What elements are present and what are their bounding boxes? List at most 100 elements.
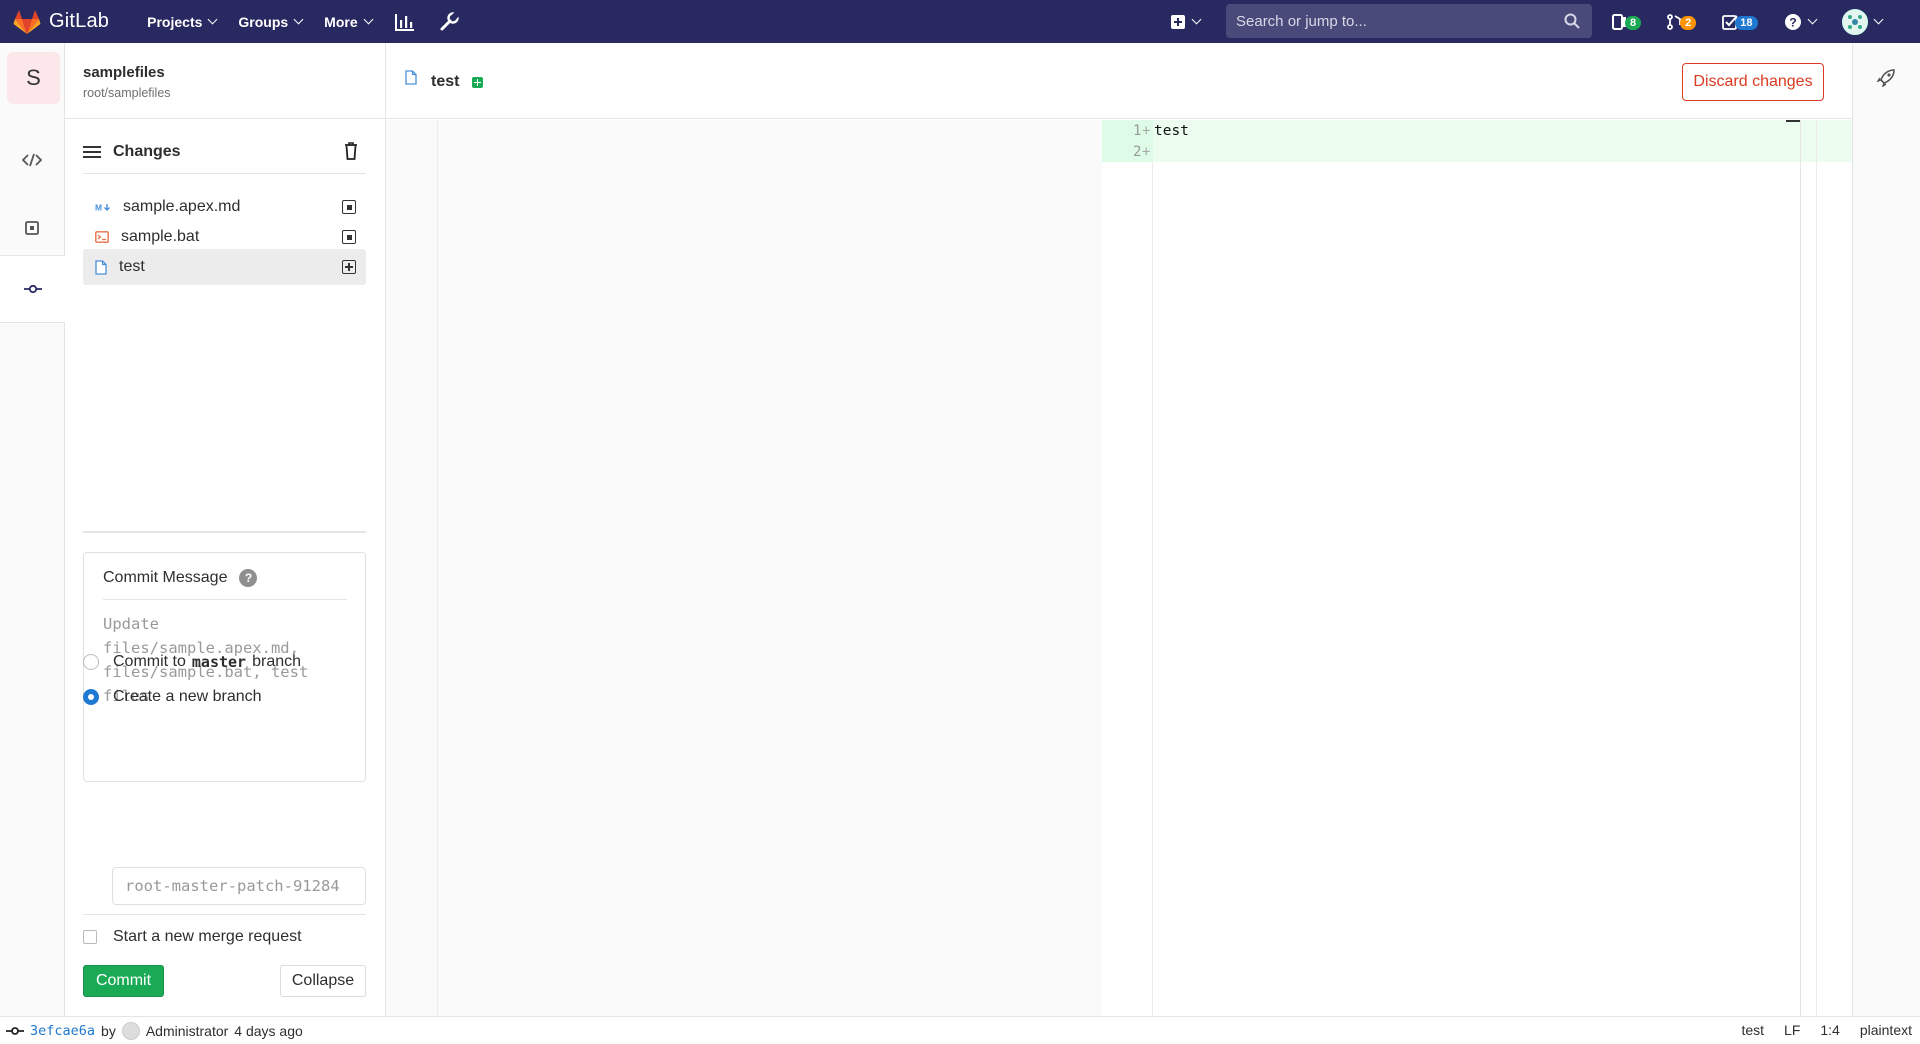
brand-name: GitLab <box>49 10 110 32</box>
nav-projects-label: Projects <box>147 13 203 30</box>
new-dropdown[interactable] <box>1170 0 1202 43</box>
changes-title: Changes <box>113 142 181 160</box>
admin-wrench-icon[interactable] <box>438 11 460 33</box>
chevron-down-icon <box>1191 14 1202 25</box>
original-pane <box>438 120 1102 1016</box>
search-icon <box>1564 13 1580 29</box>
file-modified-icon <box>25 221 39 235</box>
author-avatar <box>121 1022 140 1040</box>
sidebar-divider <box>83 914 366 915</box>
diff-editor[interactable]: 1 + test 2 + <box>386 120 1852 1016</box>
rail-review-mode[interactable] <box>0 194 64 262</box>
changed-file-name: sample.apex.md <box>123 198 241 215</box>
editor-tab-bar: test Discard changes <box>386 43 1852 119</box>
status-cursor-position: 1:4 <box>1820 1022 1840 1038</box>
modified-pane[interactable] <box>1153 120 1852 1016</box>
vertical-scrollbar[interactable] <box>1816 120 1817 1016</box>
chevron-down-icon <box>1873 14 1883 25</box>
active-file-tab[interactable]: test <box>431 73 459 91</box>
commit-time: 4 days ago <box>234 1023 303 1039</box>
author-name: Administrator <box>145 1023 229 1039</box>
ide-activity-rail: S <box>0 43 65 1016</box>
changed-file-name: test <box>119 258 145 275</box>
create-new-branch-radio[interactable] <box>83 689 99 705</box>
stage-file-add-icon[interactable] <box>342 260 356 274</box>
chevron-down-icon <box>1807 14 1817 25</box>
commit-to-master-radio[interactable] <box>83 654 99 670</box>
svg-text:?: ? <box>1789 15 1796 29</box>
commit-message-label: Commit Message ? <box>103 569 258 587</box>
issues-link[interactable]: 8 <box>1612 13 1642 30</box>
file-icon <box>95 259 107 275</box>
pipelines-rocket-icon[interactable] <box>1877 69 1895 87</box>
help-icon[interactable]: ? <box>239 569 258 587</box>
merge-requests-link[interactable]: 2 <box>1667 13 1697 30</box>
stage-file-icon[interactable] <box>342 200 356 214</box>
nav-more-label: More <box>324 13 358 30</box>
terminal-icon <box>95 231 109 243</box>
tanuki-icon <box>13 9 41 34</box>
nav-menu: Projects Groups More <box>147 11 481 33</box>
by-label: by <box>101 1023 116 1039</box>
plus-square-icon <box>1171 14 1185 29</box>
trash-icon[interactable] <box>344 142 358 160</box>
gitlab-logo[interactable]: GitLab <box>13 0 109 43</box>
user-menu[interactable] <box>1841 8 1883 35</box>
commit-message-label-text: Commit Message <box>103 569 228 586</box>
project-avatar[interactable]: S <box>7 52 60 104</box>
chevron-down-icon <box>207 14 218 25</box>
code-icon <box>22 153 42 167</box>
changed-file-row-active[interactable]: test <box>83 249 366 285</box>
editor-area: test Discard changes 1 + test 2 + <box>386 43 1852 1016</box>
status-eol: LF <box>1784 1022 1801 1038</box>
commit-icon <box>6 1027 24 1035</box>
modified-gutter <box>1102 120 1153 1016</box>
project-header: samplefiles root/samplefiles <box>65 43 386 119</box>
minimap-slider[interactable] <box>1786 120 1800 122</box>
create-new-branch-label: Create a new branch <box>113 688 262 705</box>
right-side-rail <box>1852 43 1920 1016</box>
rail-commit-mode[interactable] <box>0 255 65 323</box>
user-avatar <box>1841 8 1868 35</box>
nav-more[interactable]: More <box>324 13 374 30</box>
collapse-button[interactable]: Collapse <box>280 965 366 997</box>
question-circle-icon: ? <box>1784 13 1801 30</box>
changes-header: Changes <box>83 130 366 174</box>
activity-chart-icon[interactable] <box>394 11 416 33</box>
search-placeholder: Search or jump to... <box>1236 12 1367 30</box>
commit-sha-link[interactable]: 3efcae6a <box>30 1023 95 1039</box>
master-branch-name: master <box>191 653 247 671</box>
discard-changes-button[interactable]: Discard changes <box>1682 63 1824 101</box>
help-dropdown[interactable]: ? <box>1784 13 1817 31</box>
markdown-icon: M <box>95 203 110 213</box>
todos-link[interactable]: 18 <box>1722 14 1758 30</box>
status-file-name: test <box>1741 1022 1765 1038</box>
project-path: root/samplefiles <box>83 86 171 100</box>
nav-groups[interactable]: Groups <box>238 13 304 30</box>
commit-to-label: Commit to <box>113 653 186 670</box>
search-input[interactable]: Search or jump to... <box>1226 4 1592 38</box>
status-bar: 3efcae6a by Administrator 4 days ago tes… <box>0 1016 1920 1044</box>
minimap-border <box>1800 120 1801 1016</box>
todos-count-badge: 18 <box>1735 15 1758 30</box>
chevron-down-icon <box>293 14 304 25</box>
start-merge-request-option[interactable]: Start a new merge request <box>83 928 302 946</box>
new-branch-name-input[interactable]: root-master-patch-91284 <box>112 867 366 905</box>
stage-file-icon[interactable] <box>342 230 356 244</box>
changed-file-name: sample.bat <box>121 228 200 245</box>
commit-icon <box>23 284 42 294</box>
commit-button[interactable]: Commit <box>83 965 164 997</box>
file-icon <box>405 70 417 85</box>
editor-status-info: test LF 1:4 plaintext <box>1741 1022 1920 1038</box>
file-added-icon <box>472 77 483 88</box>
commit-to-master-option[interactable]: Commit to master branch <box>83 653 301 671</box>
line-number: 1 <box>1133 123 1142 139</box>
project-name[interactable]: samplefiles <box>83 64 165 81</box>
start-merge-request-checkbox[interactable] <box>83 930 97 944</box>
rail-edit-mode[interactable] <box>0 126 64 194</box>
nav-projects[interactable]: Projects <box>147 13 218 30</box>
create-new-branch-option[interactable]: Create a new branch <box>83 688 262 706</box>
code-line[interactable]: test <box>1154 123 1189 139</box>
nav-groups-label: Groups <box>238 13 289 30</box>
svg-text:M: M <box>95 203 102 213</box>
